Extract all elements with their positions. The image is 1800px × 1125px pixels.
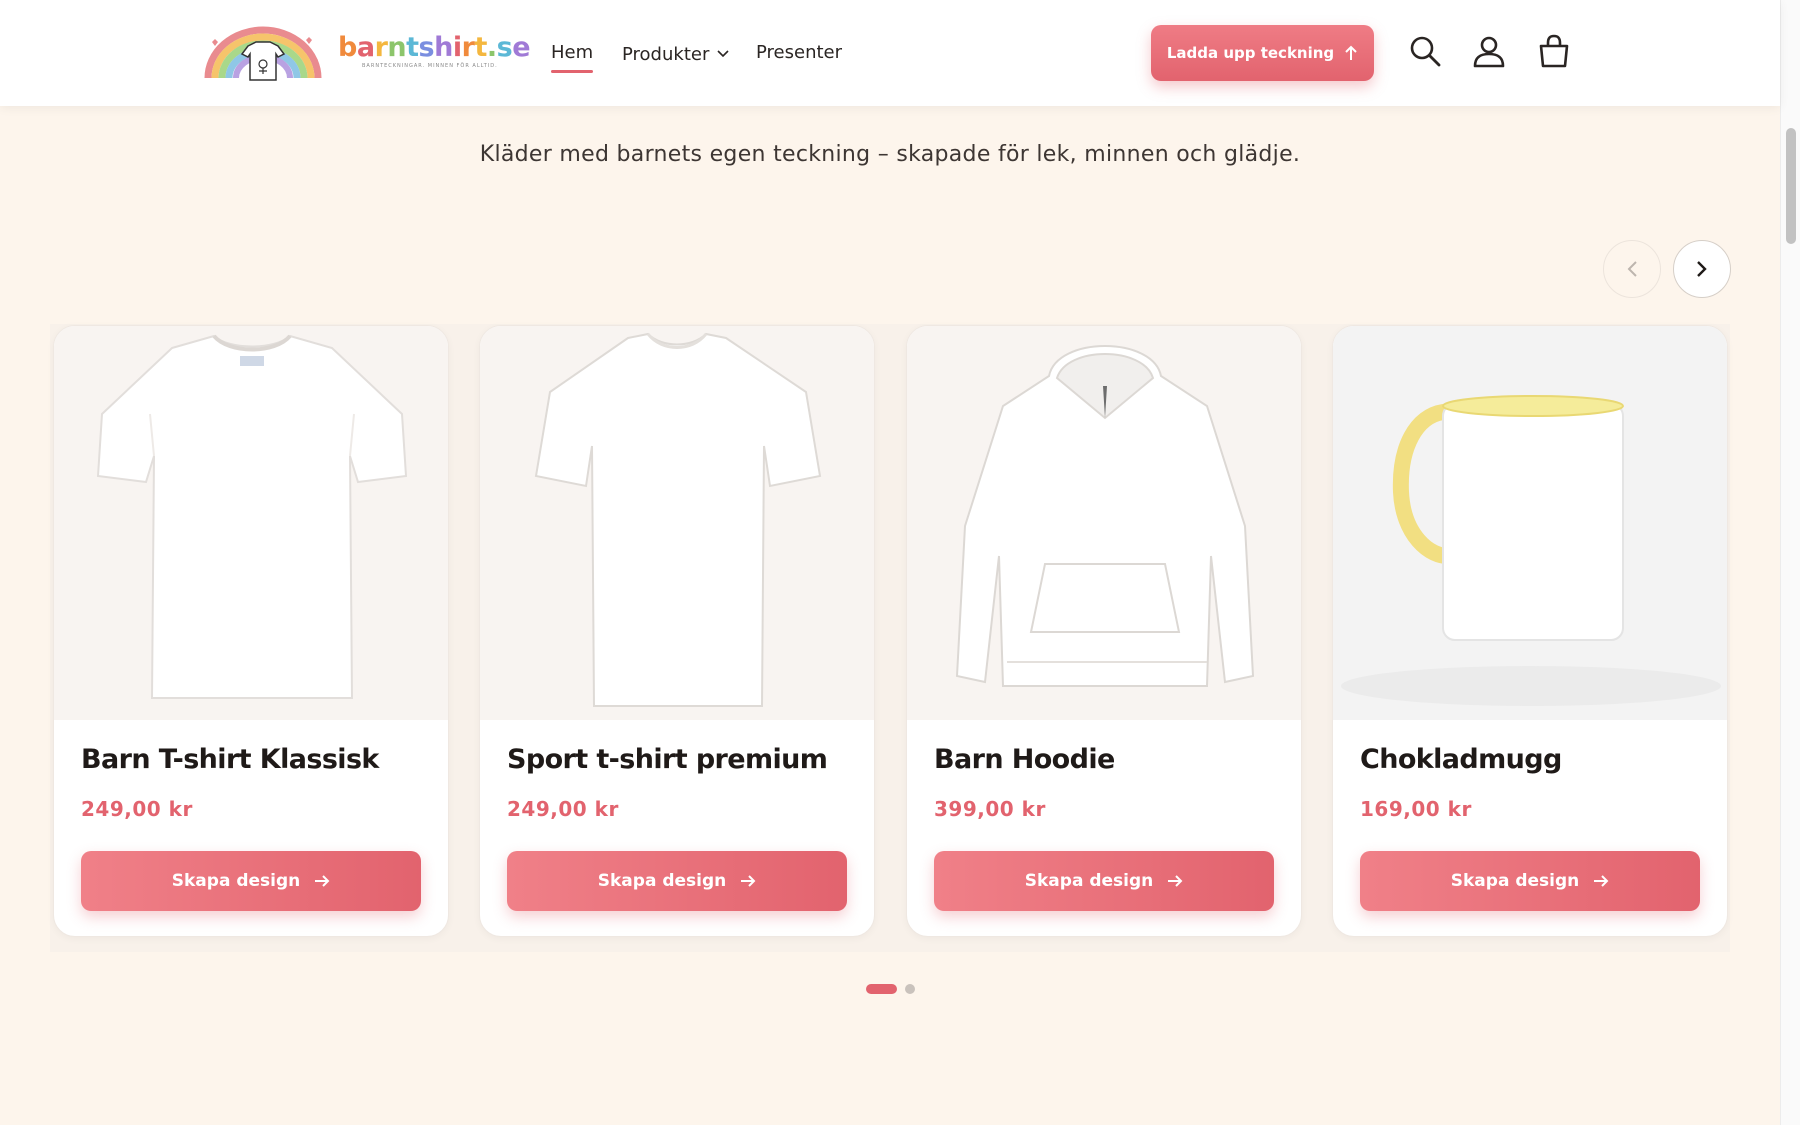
create-design-button[interactable]: Skapa design: [81, 851, 421, 911]
rainbow-logo-icon: [204, 26, 322, 81]
product-title[interactable]: Sport t-shirt premium: [507, 744, 828, 775]
scrollbar-thumb[interactable]: [1786, 128, 1796, 244]
product-carousel: Barn T-shirt Klassisk 249,00 kr Skapa de…: [50, 324, 1730, 952]
chevron-down-icon: [717, 42, 729, 63]
logo[interactable]: barntshirt.se BARNTECKNINGAR. MINNEN FÖR…: [202, 22, 531, 84]
search-icon[interactable]: [1408, 34, 1442, 68]
mug-image: [1341, 395, 1721, 706]
chevron-left-icon: [1627, 261, 1637, 277]
logo-letter: i: [452, 32, 462, 63]
logo-wordmark: barntshirt.se: [338, 32, 531, 63]
arrow-up-icon: [1345, 45, 1357, 60]
nav-item-home[interactable]: Hem: [551, 42, 594, 73]
nav-item-products-label: Produkter: [622, 44, 710, 65]
product-card[interactable]: Barn Hoodie 399,00 kr Skapa design: [906, 325, 1302, 937]
create-design-button[interactable]: Skapa design: [507, 851, 847, 911]
product-image-tshirt[interactable]: [54, 326, 448, 720]
account-icon[interactable]: [1472, 34, 1506, 68]
slider-prev-button[interactable]: [1603, 240, 1661, 298]
product-title[interactable]: Chokladmugg: [1360, 744, 1562, 775]
logo-letter: s: [418, 32, 435, 63]
logo-letter: b: [338, 32, 357, 63]
logo-letter: h: [434, 32, 453, 63]
logo-letter: t: [474, 32, 487, 63]
page-scrollbar[interactable]: [1780, 0, 1800, 1125]
nav-item-gifts[interactable]: Presenter: [756, 42, 842, 63]
logo-letter: r: [374, 32, 388, 63]
logo-letter: r: [461, 32, 475, 63]
product-card[interactable]: Sport t-shirt premium 249,00 kr Skapa de…: [479, 325, 875, 937]
chevron-right-icon: [1697, 261, 1707, 277]
product-card[interactable]: Barn T-shirt Klassisk 249,00 kr Skapa de…: [53, 325, 449, 937]
create-design-label: Skapa design: [171, 871, 301, 891]
product-image-hoodie[interactable]: [907, 326, 1301, 720]
product-card[interactable]: Chokladmugg 169,00 kr Skapa design: [1332, 325, 1728, 937]
logo-letter: t: [406, 32, 419, 63]
sport-tshirt-image: [534, 332, 822, 707]
upload-drawing-button[interactable]: Ladda upp teckning: [1151, 25, 1374, 81]
section-subtitle: Kläder med barnets egen teckning – skapa…: [479, 142, 1301, 167]
product-title[interactable]: Barn T-shirt Klassisk: [81, 744, 379, 775]
cart-icon[interactable]: [1537, 34, 1571, 68]
arrow-right-icon: [1168, 875, 1183, 887]
create-design-label: Skapa design: [597, 871, 727, 891]
create-design-button[interactable]: Skapa design: [934, 851, 1274, 911]
upload-drawing-label: Ladda upp teckning: [1166, 44, 1335, 62]
slider-dot[interactable]: [905, 984, 915, 994]
slider-dot-active[interactable]: [866, 984, 897, 994]
hoodie-image: [955, 345, 1255, 687]
logo-letter: e: [512, 32, 531, 63]
product-image-sport-tshirt[interactable]: [480, 326, 874, 720]
create-design-label: Skapa design: [1024, 871, 1154, 891]
create-design-label: Skapa design: [1450, 871, 1580, 891]
product-price: 249,00 kr: [507, 797, 619, 821]
product-price: 169,00 kr: [1360, 797, 1472, 821]
logo-letter: a: [356, 32, 375, 63]
arrow-right-icon: [1594, 875, 1609, 887]
logo-letter: s: [496, 32, 513, 63]
logo-letter: n: [387, 32, 407, 63]
create-design-button[interactable]: Skapa design: [1360, 851, 1700, 911]
logo-letter: .: [486, 32, 497, 63]
slider-next-button[interactable]: [1673, 240, 1731, 298]
arrow-right-icon: [315, 875, 330, 887]
product-image-mug[interactable]: [1333, 326, 1727, 720]
arrow-right-icon: [741, 875, 756, 887]
product-title[interactable]: Barn Hoodie: [934, 744, 1115, 775]
logo-tagline: BARNTECKNINGAR. MINNEN FÖR ALLTID.: [362, 63, 498, 69]
product-price: 399,00 kr: [934, 797, 1046, 821]
tshirt-image: [96, 334, 408, 699]
site-header: barntshirt.se BARNTECKNINGAR. MINNEN FÖR…: [0, 0, 1780, 106]
product-price: 249,00 kr: [81, 797, 193, 821]
nav-item-products[interactable]: Produkter: [622, 42, 729, 65]
